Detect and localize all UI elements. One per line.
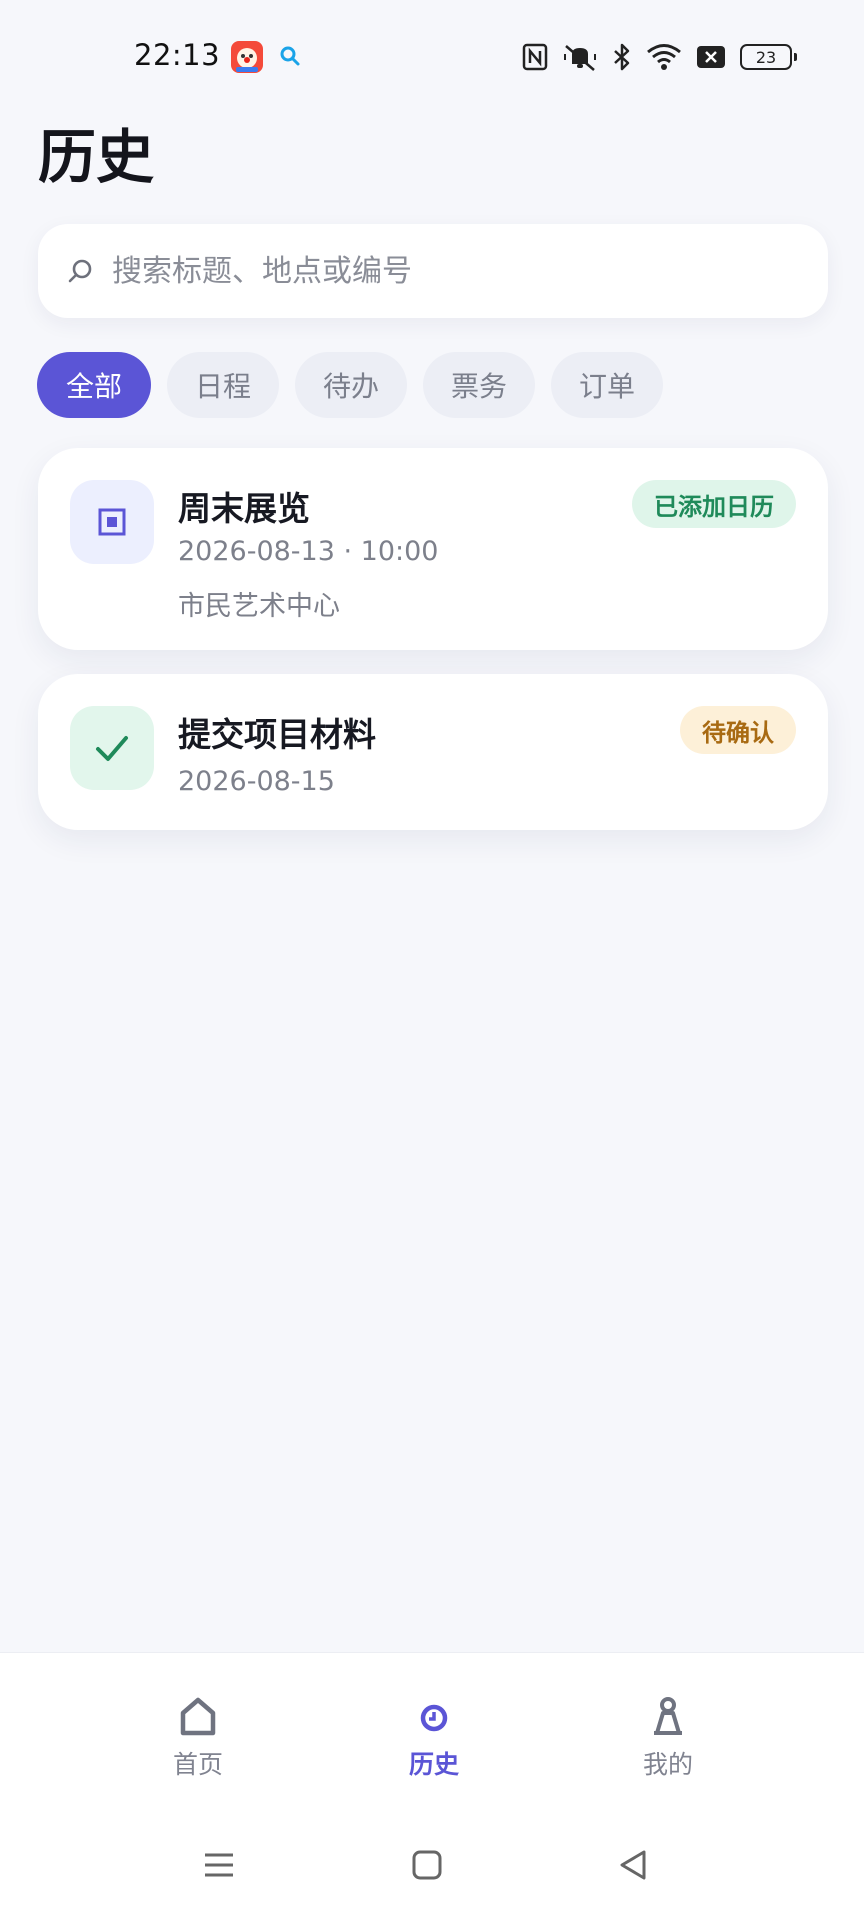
search-input[interactable]: [112, 253, 792, 289]
bottom-nav: 首页 历史 我的: [0, 1652, 864, 1814]
nav-item-history[interactable]: 历史: [364, 1695, 504, 1781]
menu-icon[interactable]: [202, 1848, 236, 1882]
filter-chip-orders[interactable]: 订单: [551, 352, 664, 418]
system-home-icon[interactable]: [410, 1848, 444, 1882]
card-location: 市民艺术中心: [178, 591, 340, 622]
clock-icon: [420, 1704, 448, 1732]
status-badge: 已添加日历: [632, 480, 796, 528]
card-datetime: 2026-08-13 · 10:00: [178, 536, 439, 567]
status-icons: 23: [522, 40, 797, 74]
filter-chip-tickets[interactable]: 票务: [423, 352, 536, 418]
history-card[interactable]: 周末展览 2026-08-13 · 10:00 市民艺术中心 已添加日历: [38, 448, 828, 650]
nav-label-mine: 我的: [642, 1750, 693, 1779]
bluetooth-icon: [614, 43, 630, 71]
card-title: 提交项目材料: [178, 715, 376, 754]
card-datetime: 2026-08-15: [178, 766, 335, 797]
vibrate-mute-icon: [564, 45, 596, 71]
search-bar[interactable]: [38, 224, 828, 318]
card-title: 周末展览: [178, 489, 310, 528]
nav-item-home[interactable]: 首页: [128, 1695, 268, 1781]
back-icon[interactable]: [616, 1848, 650, 1882]
filter-chip-schedule[interactable]: 日程: [167, 352, 280, 418]
status-bar: 22:13 23: [0, 0, 864, 114]
nav-label-home: 首页: [172, 1750, 223, 1779]
battery-level: 23: [755, 47, 777, 67]
page-title: 历史: [38, 123, 155, 191]
status-time: 22:13: [134, 38, 221, 72]
nav-label-history: 历史: [408, 1750, 459, 1779]
event-square-icon: [70, 480, 154, 564]
screen: 22:13 23 历史 搜索标题、地点或编号 全部 日程 待办 票务 订单 周末…: [0, 0, 864, 1920]
clown-app-icon: [231, 41, 263, 73]
checkmark-icon: [70, 706, 154, 790]
home-icon: [180, 1697, 216, 1736]
wifi-icon: [647, 44, 681, 70]
nfc-icon: [522, 43, 548, 71]
history-card[interactable]: 提交项目材料 2026-08-15 待确认: [38, 674, 828, 830]
sim-off-icon: [697, 46, 725, 68]
search-app-icon: [280, 46, 300, 66]
nav-item-mine[interactable]: 我的: [598, 1695, 738, 1781]
filter-chip-all[interactable]: 全部: [37, 352, 151, 418]
filter-chips: 全部 日程 待办 票务 订单: [37, 352, 664, 418]
status-badge: 待确认: [680, 706, 796, 754]
battery-icon: 23: [740, 44, 797, 70]
search-icon: [68, 259, 92, 283]
person-icon: [654, 1697, 682, 1735]
system-nav-bar: [0, 1814, 864, 1920]
filter-chip-todo[interactable]: 待办: [295, 352, 408, 418]
